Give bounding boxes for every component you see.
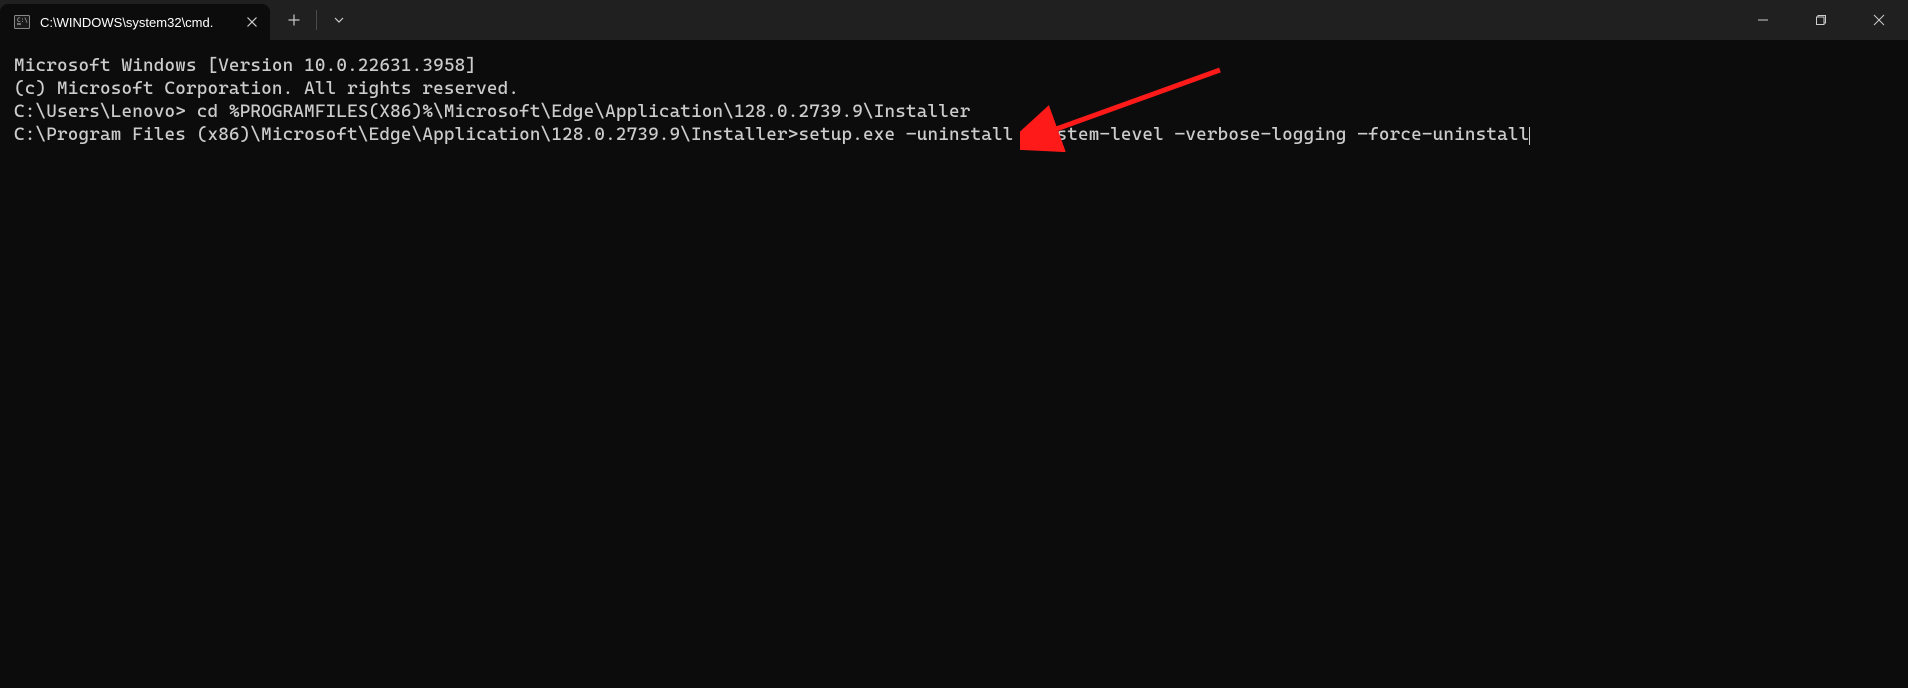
- command-text: setup.exe –uninstall –system-level –verb…: [799, 124, 1530, 145]
- prompt: C:\Program Files (x86)\Microsoft\Edge\Ap…: [14, 124, 799, 145]
- tab-title: C:\WINDOWS\system32\cmd.: [40, 15, 232, 30]
- tab-dropdown-button[interactable]: [321, 0, 357, 40]
- window-controls: [1734, 0, 1908, 40]
- terminal-output[interactable]: Microsoft Windows [Version 10.0.22631.39…: [0, 40, 1908, 160]
- titlebar-drag-area[interactable]: [357, 0, 1734, 40]
- titlebar-divider: [316, 10, 317, 30]
- command-line: C:\Program Files (x86)\Microsoft\Edge\Ap…: [14, 123, 1894, 146]
- command-text: cd %PROGRAMFILES(X86)%\Microsoft\Edge\Ap…: [197, 101, 971, 122]
- maximize-button[interactable]: [1792, 0, 1850, 40]
- output-line: (c) Microsoft Corporation. All rights re…: [14, 77, 1894, 100]
- svg-text:C:\: C:\: [17, 17, 28, 24]
- minimize-button[interactable]: [1734, 0, 1792, 40]
- titlebar: C:\ C:\WINDOWS\system32\cmd.: [0, 0, 1908, 40]
- prompt: C:\Users\Lenovo>: [14, 101, 197, 122]
- output-line: Microsoft Windows [Version 10.0.22631.39…: [14, 54, 1894, 77]
- cursor: [1529, 127, 1530, 145]
- terminal-tab[interactable]: C:\ C:\WINDOWS\system32\cmd.: [0, 4, 270, 40]
- tab-close-button[interactable]: [242, 12, 262, 32]
- new-tab-button[interactable]: [276, 0, 312, 40]
- command-line: C:\Users\Lenovo> cd %PROGRAMFILES(X86)%\…: [14, 100, 1894, 123]
- close-window-button[interactable]: [1850, 0, 1908, 40]
- cmd-icon: C:\: [14, 14, 30, 30]
